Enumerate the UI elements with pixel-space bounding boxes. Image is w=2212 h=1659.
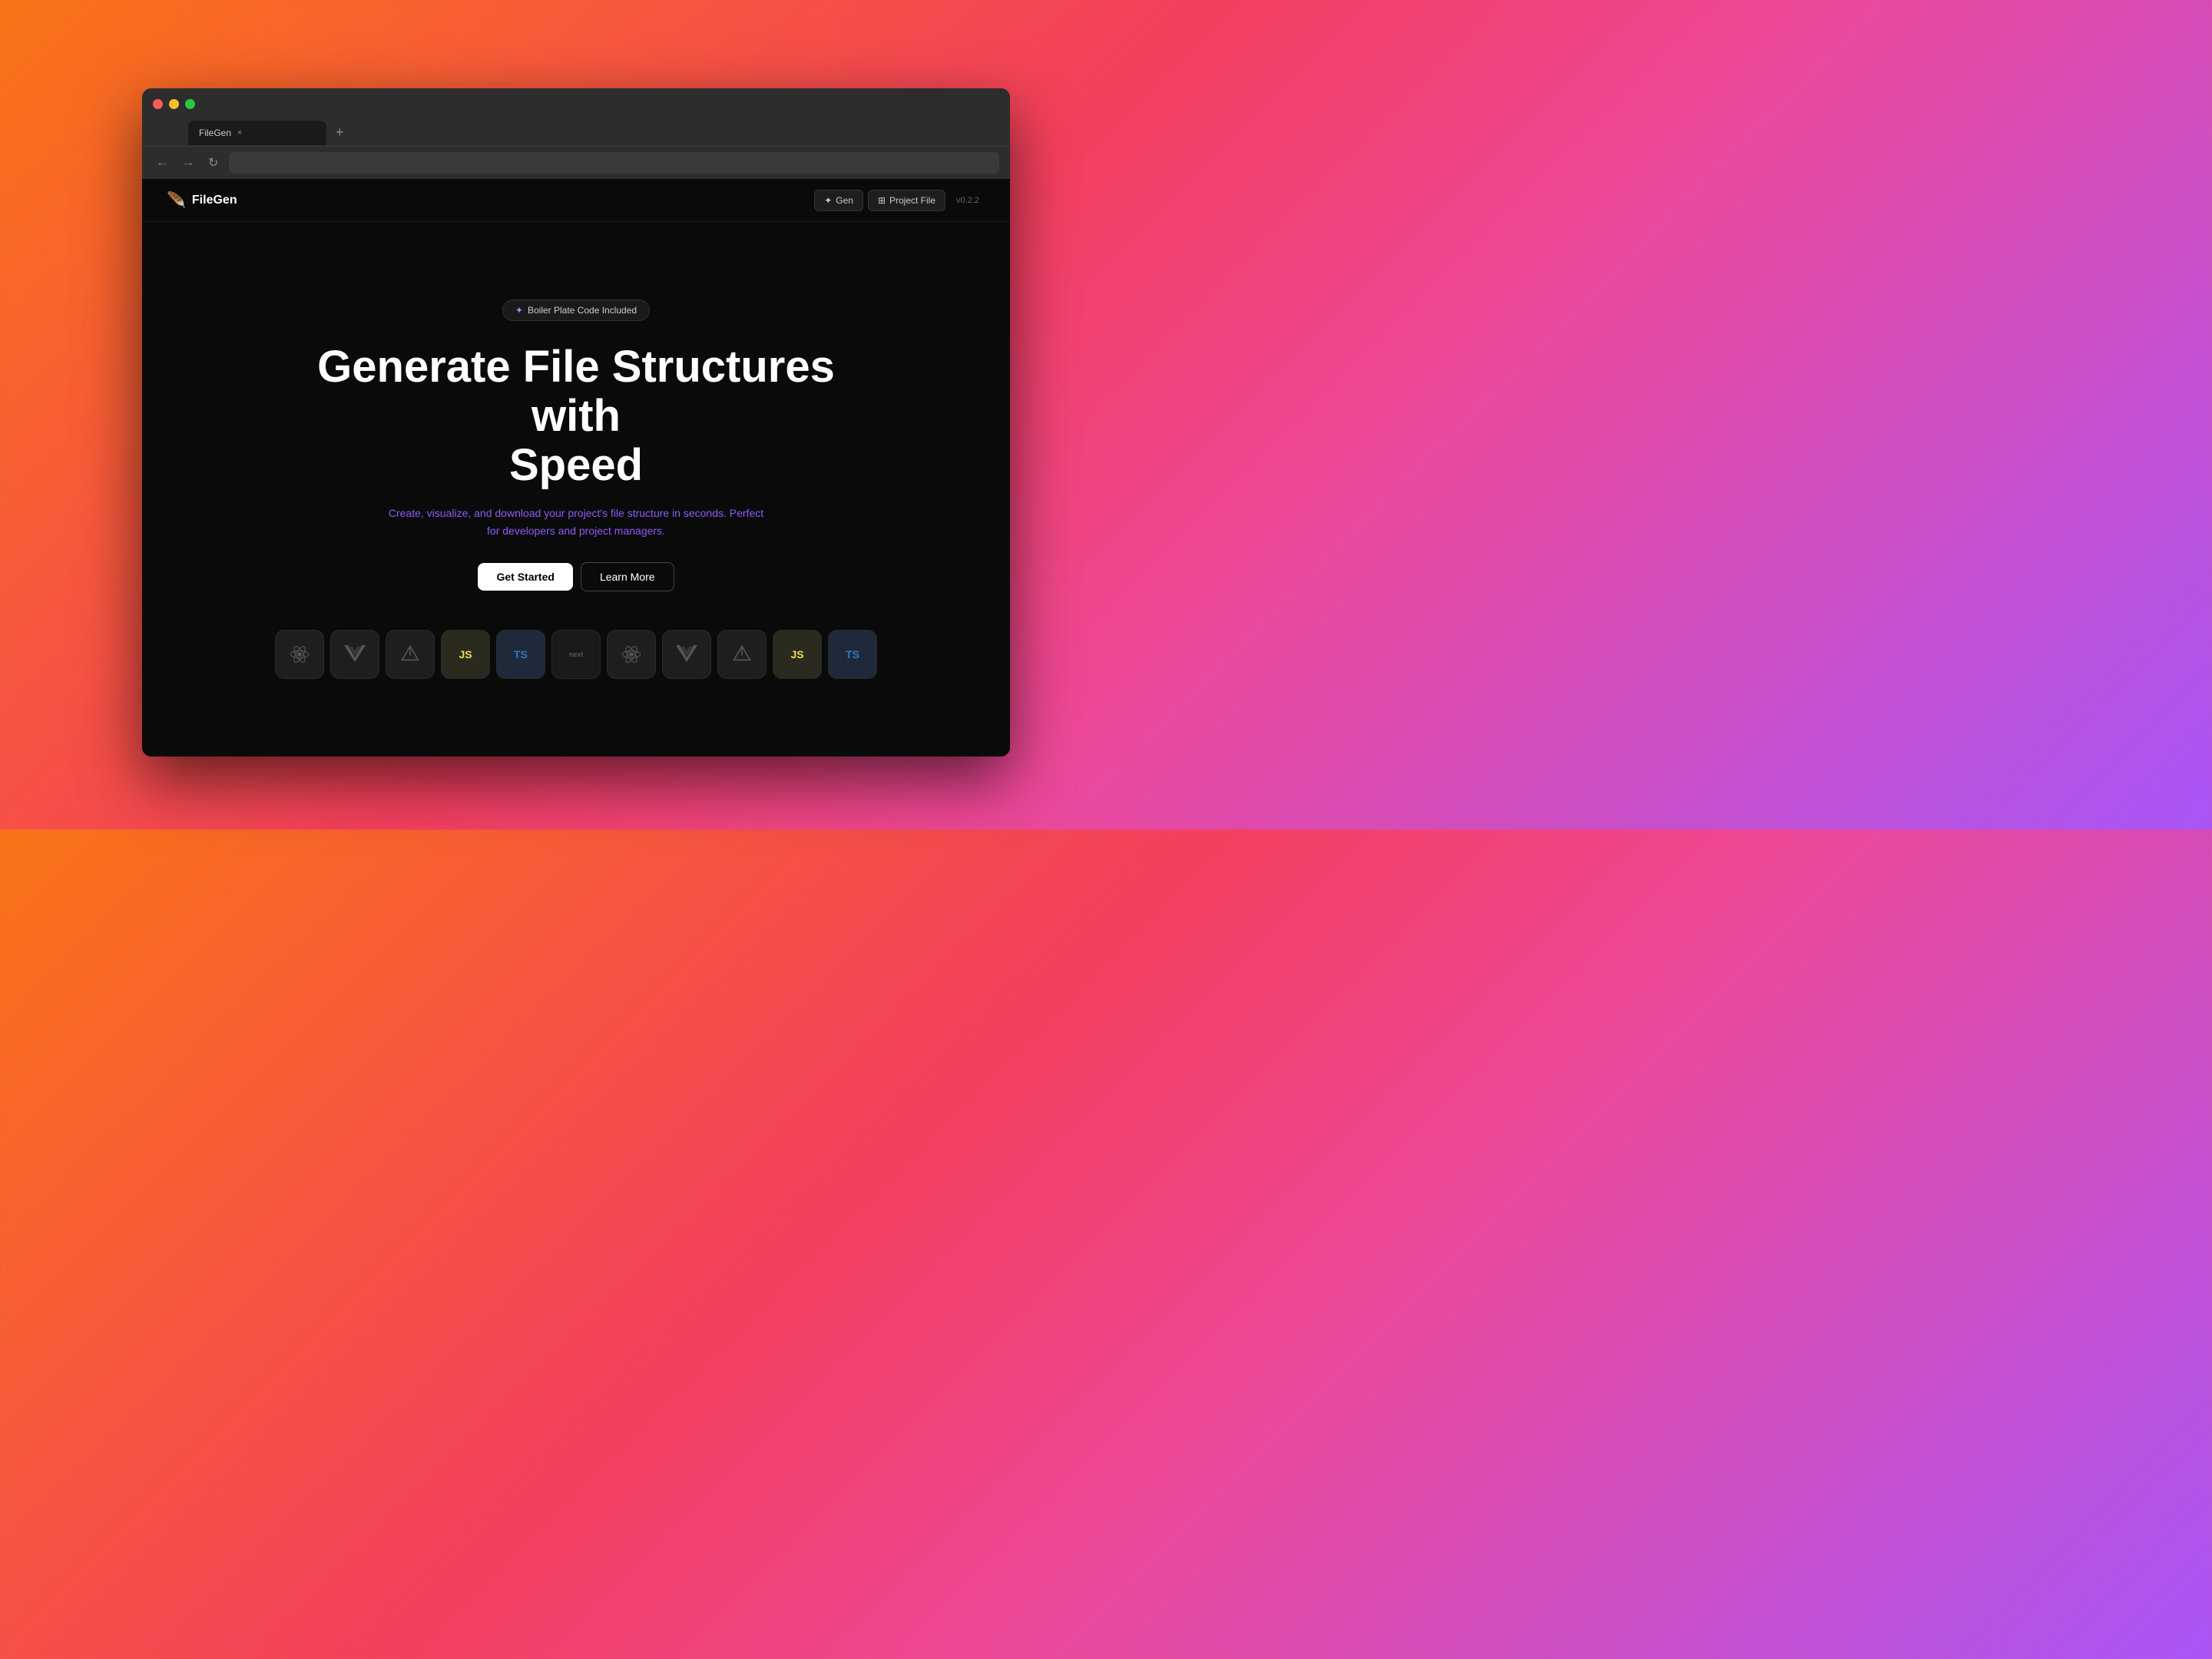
hero-buttons: Get Started Learn More xyxy=(478,562,674,591)
tab-bar: FileGen × + xyxy=(142,119,1010,147)
hero-subtitle: Create, visualize, and download your pro… xyxy=(384,505,768,539)
hero-title-line3: Speed xyxy=(509,440,643,490)
tech-icons-row: JS TS next xyxy=(157,630,995,679)
project-file-label: Project File xyxy=(889,195,935,206)
address-bar[interactable] xyxy=(229,152,999,174)
get-started-button[interactable]: Get Started xyxy=(478,563,572,591)
tech-icon-vite-1 xyxy=(386,630,435,679)
project-file-icon: ⊞ xyxy=(878,195,886,206)
hero-section: ✦ Boiler Plate Code Included Generate Fi… xyxy=(142,222,1010,757)
active-tab[interactable]: FileGen × xyxy=(188,121,326,145)
refresh-button[interactable]: ↻ xyxy=(205,152,221,174)
hero-title-line2: with xyxy=(531,391,621,441)
tech-icon-js-2: JS xyxy=(773,630,822,679)
tech-icon-next-1: next xyxy=(551,630,601,679)
tab-close-icon[interactable]: × xyxy=(237,128,242,137)
tab-label: FileGen xyxy=(199,127,231,138)
tech-icon-react-2 xyxy=(607,630,656,679)
browser-window: FileGen × + ← → ↻ 🪶 FileGen ✦ Gen xyxy=(142,88,1010,757)
project-file-button[interactable]: ⊞ Project File xyxy=(868,190,945,211)
tech-icon-ts-2: TS xyxy=(828,630,877,679)
close-button[interactable] xyxy=(153,99,163,109)
logo-text: FileGen xyxy=(192,194,237,207)
tech-icon-react-1 xyxy=(275,630,324,679)
badge-text: Boiler Plate Code Included xyxy=(528,305,637,316)
tech-icon-vue-1 xyxy=(330,630,379,679)
gen-label: Gen xyxy=(836,195,853,206)
forward-button[interactable]: → xyxy=(179,153,197,173)
badge-icon: ✦ xyxy=(515,305,523,316)
tech-icon-ts-1: TS xyxy=(496,630,545,679)
browser-titlebar xyxy=(142,88,1010,119)
tech-icon-vue-2 xyxy=(662,630,711,679)
hero-badge: ✦ Boiler Plate Code Included xyxy=(502,300,650,321)
hero-title: Generate File Structures with Speed xyxy=(317,343,835,489)
version-label: v0.2.2 xyxy=(950,196,985,205)
logo-text-bold: Gen xyxy=(213,194,237,207)
app-logo: 🪶 FileGen xyxy=(167,190,237,210)
minimize-button[interactable] xyxy=(169,99,179,109)
logo-text-normal: File xyxy=(192,194,214,207)
tech-icon-vite-2 xyxy=(717,630,767,679)
hero-title-line1: Generate File Structures xyxy=(317,342,835,392)
app-nav: 🪶 FileGen ✦ Gen ⊞ Project File v0.2.2 xyxy=(142,179,1010,222)
logo-icon: 🪶 xyxy=(167,190,186,210)
nav-actions: ✦ Gen ⊞ Project File v0.2.2 xyxy=(814,190,985,211)
new-tab-button[interactable]: + xyxy=(329,124,350,141)
maximize-button[interactable] xyxy=(185,99,195,109)
learn-more-button[interactable]: Learn More xyxy=(581,562,674,591)
gen-icon: ✦ xyxy=(824,195,832,206)
tech-icon-js-1: JS xyxy=(441,630,490,679)
gen-button[interactable]: ✦ Gen xyxy=(814,190,863,211)
back-button[interactable]: ← xyxy=(153,153,171,173)
app-content: 🪶 FileGen ✦ Gen ⊞ Project File v0.2.2 xyxy=(142,179,1010,757)
browser-toolbar: ← → ↻ xyxy=(142,147,1010,179)
